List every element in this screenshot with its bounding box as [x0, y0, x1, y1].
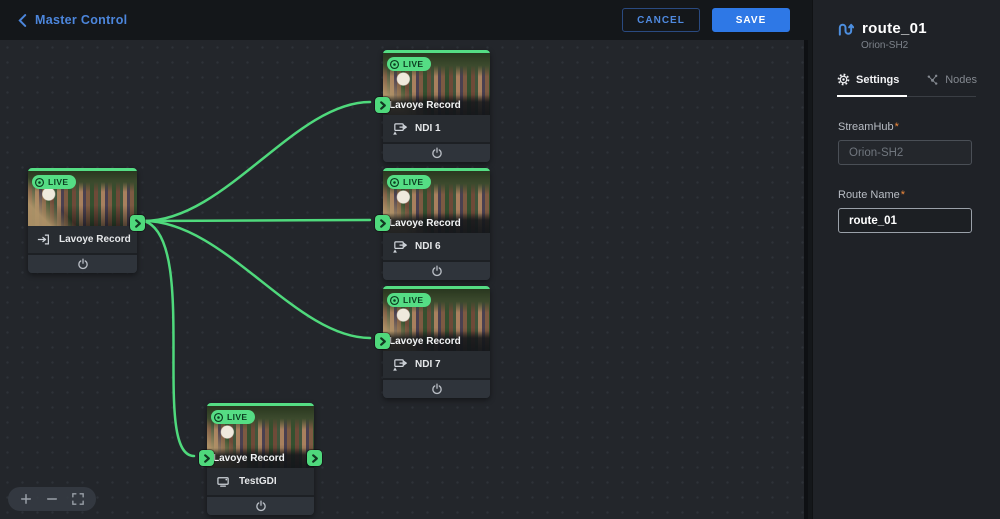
output-label: NDI 6 — [415, 241, 441, 252]
video-thumbnail: LIVE Lavoye Record — [383, 171, 490, 233]
zoom-out-button[interactable] — [39, 488, 65, 510]
video-thumbnail: LIVE — [28, 171, 137, 226]
node-ndi1[interactable]: LIVE Lavoye Record NDI 1 — [383, 50, 490, 162]
fit-view-button[interactable] — [65, 488, 91, 510]
ndi-output-icon — [392, 358, 407, 372]
input-port[interactable] — [375, 215, 390, 231]
node-title: Lavoye Record — [383, 331, 490, 351]
output-label: TestGDI — [239, 476, 277, 487]
broadcast-icon — [389, 177, 400, 188]
power-button[interactable] — [207, 495, 314, 515]
broadcast-icon — [389, 59, 400, 70]
broadcast-icon — [34, 177, 45, 188]
power-icon — [77, 258, 89, 270]
ndi-output-icon — [392, 240, 407, 254]
required-mark: * — [901, 189, 905, 201]
plus-icon — [20, 493, 32, 505]
cancel-button[interactable]: CANCEL — [622, 8, 700, 32]
wire-source-ndi1 — [144, 102, 370, 221]
route-name-field[interactable] — [838, 208, 972, 233]
required-mark: * — [895, 121, 899, 133]
video-thumbnail: LIVE Lavoye Record — [207, 406, 314, 468]
tab-nodes[interactable]: Nodes — [907, 73, 977, 97]
node-canvas[interactable]: LIVE Lavoye Record L — [0, 40, 808, 519]
output-port[interactable] — [130, 215, 145, 231]
route-name-label: Route Name* — [838, 189, 972, 201]
power-button[interactable] — [383, 142, 490, 162]
power-icon — [431, 147, 443, 159]
input-icon — [37, 233, 51, 246]
input-port[interactable] — [375, 97, 390, 113]
tab-settings[interactable]: Settings — [837, 73, 907, 97]
wire-source-ndi6 — [144, 220, 370, 221]
zoom-in-button[interactable] — [13, 488, 39, 510]
panel-tabs: Settings Nodes — [837, 73, 977, 97]
broadcast-icon — [389, 295, 400, 306]
node-title: Lavoye Record — [383, 213, 490, 233]
streamhub-label: StreamHub* — [838, 121, 972, 133]
route-icon — [837, 21, 854, 37]
back-label: Master Control — [35, 13, 127, 27]
minus-icon — [46, 493, 58, 505]
back-button[interactable]: Master Control — [18, 13, 127, 27]
node-title: Lavoye Record — [59, 234, 131, 245]
monitor-output-icon — [216, 475, 231, 488]
broadcast-icon — [213, 412, 224, 423]
nodes-icon — [926, 73, 939, 86]
canvas-zoom-controls — [8, 487, 96, 511]
power-icon — [431, 383, 443, 395]
route-panel: route_01 Orion-SH2 Settings Nodes Stre — [812, 0, 1000, 519]
input-port[interactable] — [199, 450, 214, 466]
power-button[interactable] — [28, 253, 137, 273]
panel-subtitle: Orion-SH2 — [861, 40, 976, 51]
wire-source-testgdi — [144, 221, 194, 456]
top-bar: Master Control CANCEL SAVE — [0, 0, 812, 40]
node-source[interactable]: LIVE Lavoye Record — [28, 168, 137, 273]
live-badge: LIVE — [387, 293, 431, 307]
output-label: NDI 1 — [415, 123, 441, 134]
panel-title: route_01 — [862, 20, 927, 37]
output-port[interactable] — [307, 450, 322, 466]
back-chevron-icon — [18, 14, 27, 27]
node-title: Lavoye Record — [207, 448, 314, 468]
gear-icon — [837, 73, 850, 86]
output-label: NDI 7 — [415, 359, 441, 370]
power-icon — [431, 265, 443, 277]
save-button[interactable]: SAVE — [712, 8, 790, 32]
node-testgdi[interactable]: LIVE Lavoye Record TestGDI — [207, 403, 314, 515]
video-thumbnail: LIVE Lavoye Record — [383, 289, 490, 351]
power-icon — [255, 500, 267, 512]
power-button[interactable] — [383, 378, 490, 398]
video-thumbnail: LIVE Lavoye Record — [383, 53, 490, 115]
live-badge: LIVE — [32, 175, 76, 189]
input-port[interactable] — [375, 333, 390, 349]
live-badge: LIVE — [211, 410, 255, 424]
node-title: Lavoye Record — [383, 95, 490, 115]
live-badge: LIVE — [387, 57, 431, 71]
streamhub-field[interactable] — [838, 140, 972, 165]
node-ndi7[interactable]: LIVE Lavoye Record NDI 7 — [383, 286, 490, 398]
wire-source-ndi7 — [144, 221, 370, 338]
power-button[interactable] — [383, 260, 490, 280]
fit-view-icon — [72, 493, 84, 505]
node-ndi6[interactable]: LIVE Lavoye Record NDI 6 — [383, 168, 490, 280]
ndi-output-icon — [392, 122, 407, 136]
live-badge: LIVE — [387, 175, 431, 189]
